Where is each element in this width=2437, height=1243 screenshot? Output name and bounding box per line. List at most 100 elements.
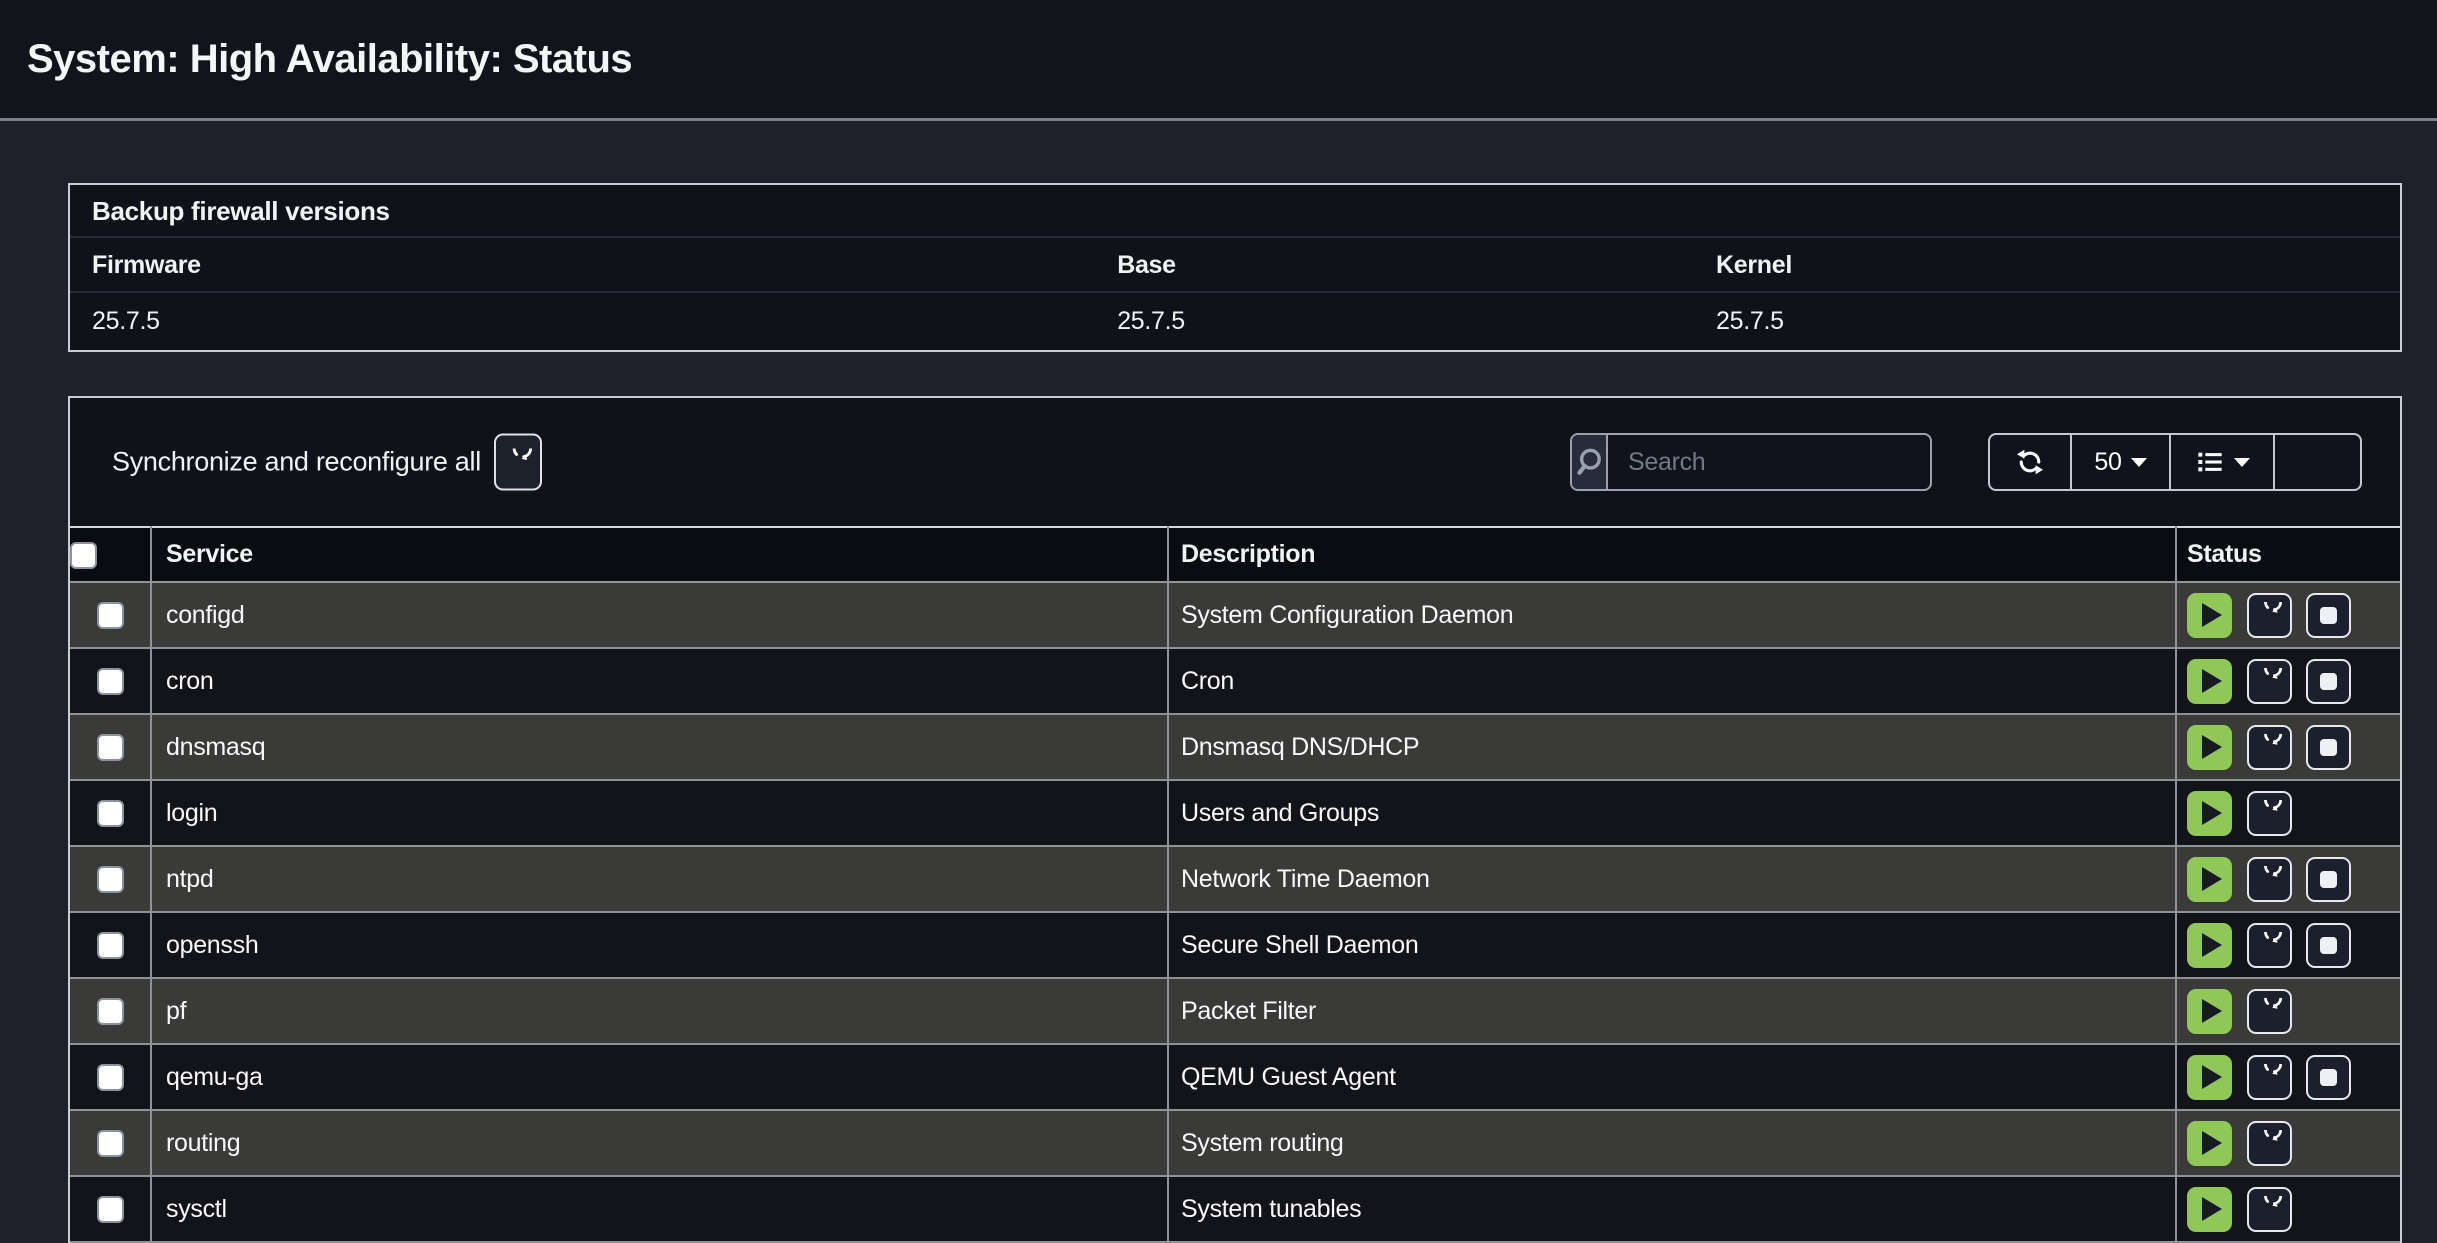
start-service-button[interactable] xyxy=(2187,593,2232,638)
page-title: System: High Availability: Status xyxy=(27,37,632,82)
sync-arrows-icon xyxy=(2015,447,2045,477)
services-panel: Synchronize and reconfigure all xyxy=(68,396,2402,1243)
row-checkbox[interactable] xyxy=(97,1196,124,1223)
stop-service-button[interactable] xyxy=(2306,659,2351,704)
row-checkbox[interactable] xyxy=(97,800,124,827)
versions-value-kernel: 25.7.5 xyxy=(1694,293,2400,350)
column-selector-dropdown[interactable] xyxy=(2171,435,2275,489)
start-service-button[interactable] xyxy=(2187,1055,2232,1100)
table-row: dnsmasq Dnsmasq DNS/DHCP xyxy=(70,714,2400,780)
sync-all-label: Synchronize and reconfigure all xyxy=(112,447,481,478)
versions-value-firmware: 25.7.5 xyxy=(70,293,1095,350)
stop-service-button[interactable] xyxy=(2306,857,2351,902)
grid-button-group: 50 xyxy=(1988,433,2362,491)
start-service-button[interactable] xyxy=(2187,923,2232,968)
row-checkbox[interactable] xyxy=(97,602,124,629)
versions-header-base: Base xyxy=(1095,238,1694,293)
restart-service-button[interactable] xyxy=(2247,725,2292,770)
row-checkbox[interactable] xyxy=(97,1064,124,1091)
service-description: System Configuration Daemon xyxy=(1168,582,2176,648)
services-table-body: configd System Configuration Daemon xyxy=(70,582,2400,1242)
service-description: System tunables xyxy=(1168,1176,2176,1242)
restart-service-button[interactable] xyxy=(2247,791,2292,836)
stop-icon xyxy=(2320,607,2337,624)
magnifier-icon xyxy=(1572,435,1608,489)
stop-service-button[interactable] xyxy=(2306,593,2351,638)
page-header: System: High Availability: Status xyxy=(0,0,2437,121)
start-service-button[interactable] xyxy=(2187,1121,2232,1166)
play-icon xyxy=(2202,1065,2222,1089)
versions-table: Firmware Base Kernel 25.7.5 25.7.5 25.7.… xyxy=(70,238,2400,350)
refresh-grid-button[interactable] xyxy=(1990,435,2072,489)
search-input[interactable] xyxy=(1608,435,1932,489)
service-description: Cron xyxy=(1168,648,2176,714)
versions-header-firmware: Firmware xyxy=(70,238,1095,293)
service-name: sysctl xyxy=(151,1176,1168,1242)
stop-service-button[interactable] xyxy=(2306,923,2351,968)
rotate-right-icon xyxy=(2256,1196,2282,1222)
service-description: QEMU Guest Agent xyxy=(1168,1044,2176,1110)
start-service-button[interactable] xyxy=(2187,725,2232,770)
row-checkbox[interactable] xyxy=(97,668,124,695)
start-service-button[interactable] xyxy=(2187,659,2232,704)
stop-icon xyxy=(2320,1069,2337,1086)
service-description: Network Time Daemon xyxy=(1168,846,2176,912)
sync-all-button[interactable] xyxy=(494,434,542,491)
row-checkbox[interactable] xyxy=(97,998,124,1025)
service-description: Secure Shell Daemon xyxy=(1168,912,2176,978)
play-icon xyxy=(2202,735,2222,759)
column-header-service[interactable]: Service xyxy=(151,527,1168,582)
stop-service-button[interactable] xyxy=(2306,1055,2351,1100)
service-name: cron xyxy=(151,648,1168,714)
row-checkbox[interactable] xyxy=(97,734,124,761)
select-all-checkbox[interactable] xyxy=(70,542,97,569)
stop-icon xyxy=(2320,739,2337,756)
start-service-button[interactable] xyxy=(2187,1187,2232,1232)
service-name: routing xyxy=(151,1110,1168,1176)
row-checkbox[interactable] xyxy=(97,866,124,893)
search-box xyxy=(1570,433,1932,491)
restart-service-button[interactable] xyxy=(2247,989,2292,1034)
row-checkbox[interactable] xyxy=(97,1130,124,1157)
toolbar-empty-segment xyxy=(2275,435,2360,489)
restart-service-button[interactable] xyxy=(2247,1121,2292,1166)
restart-service-button[interactable] xyxy=(2247,659,2292,704)
table-row: sysctl System tunables xyxy=(70,1176,2400,1242)
services-toolbar: Synchronize and reconfigure all xyxy=(70,398,2400,526)
column-header-description[interactable]: Description xyxy=(1168,527,2176,582)
restart-service-button[interactable] xyxy=(2247,923,2292,968)
play-icon xyxy=(2202,1197,2222,1221)
play-icon xyxy=(2202,801,2222,825)
table-row: login Users and Groups xyxy=(70,780,2400,846)
start-service-button[interactable] xyxy=(2187,791,2232,836)
versions-header-kernel: Kernel xyxy=(1694,238,2400,293)
stop-icon xyxy=(2320,673,2337,690)
start-service-button[interactable] xyxy=(2187,989,2232,1034)
service-name: qemu-ga xyxy=(151,1044,1168,1110)
service-description: Users and Groups xyxy=(1168,780,2176,846)
service-name: pf xyxy=(151,978,1168,1044)
rotate-right-icon xyxy=(2256,602,2282,628)
restart-service-button[interactable] xyxy=(2247,593,2292,638)
rotate-right-icon xyxy=(2256,734,2282,760)
service-description: Packet Filter xyxy=(1168,978,2176,1044)
restart-service-button[interactable] xyxy=(2247,857,2292,902)
stop-service-button[interactable] xyxy=(2306,725,2351,770)
play-icon xyxy=(2202,867,2222,891)
table-row: openssh Secure Shell Daemon xyxy=(70,912,2400,978)
table-row: qemu-ga QEMU Guest Agent xyxy=(70,1044,2400,1110)
service-description: System routing xyxy=(1168,1110,2176,1176)
restart-service-button[interactable] xyxy=(2247,1187,2292,1232)
row-checkbox[interactable] xyxy=(97,932,124,959)
start-service-button[interactable] xyxy=(2187,857,2232,902)
page-size-dropdown[interactable]: 50 xyxy=(2072,435,2171,489)
table-row: configd System Configuration Daemon xyxy=(70,582,2400,648)
list-icon xyxy=(2195,448,2225,476)
page-content: Backup firewall versions Firmware Base K… xyxy=(68,183,2402,1243)
play-icon xyxy=(2202,933,2222,957)
versions-panel-title: Backup firewall versions xyxy=(70,185,2400,238)
services-table: Service Description Status configd Syste… xyxy=(70,526,2400,1243)
table-row: routing System routing xyxy=(70,1110,2400,1176)
restart-service-button[interactable] xyxy=(2247,1055,2292,1100)
service-name: login xyxy=(151,780,1168,846)
